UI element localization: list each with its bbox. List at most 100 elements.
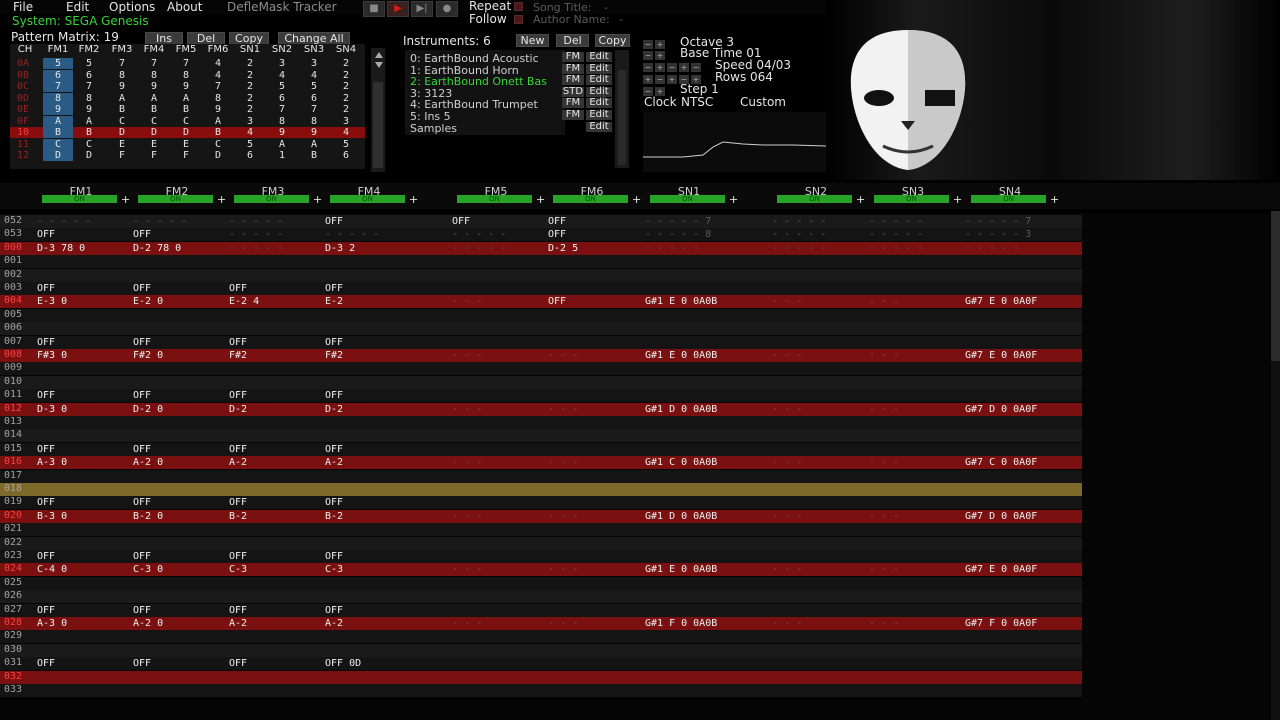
matrix-row[interactable]: 0C 7 7 9 9 9 7 2 5 5 2 xyxy=(10,81,365,92)
stop-button[interactable]: ■ xyxy=(363,1,385,17)
pattern-cell[interactable]: A-2 xyxy=(325,456,343,469)
pattern-matrix[interactable]: CH FM1 FM2 FM3 FM4 FM5 FM6 SN1 SN2 SN3 SN4 0A 5 5 7 7 7 4… xyxy=(10,44,365,169)
pattern-cell[interactable]: OFF xyxy=(229,443,247,456)
instrument-edit-button[interactable]: Edit xyxy=(586,121,612,132)
pattern-cell[interactable]: G#1 E 0 0A0B xyxy=(645,295,717,308)
pattern-cell[interactable]: OFF xyxy=(325,443,343,456)
pattern-cell[interactable]: A-2 0 xyxy=(133,456,163,469)
pattern-cell[interactable]: G#7 F 0 0A0F xyxy=(965,617,1037,630)
matrix-cell[interactable]: B xyxy=(74,127,104,138)
pattern-cell[interactable]: D-2 78 0 xyxy=(133,242,181,255)
pattern-row[interactable]: 008 F#3 0 F#2 0 F#2 F#2 - - - - - - G#1 E 0 0A0… xyxy=(0,349,1082,362)
matrix-cell[interactable]: F xyxy=(171,150,201,161)
instrument-type-button[interactable]: STD xyxy=(562,86,584,97)
pattern-scroll-thumb[interactable] xyxy=(1271,211,1280,361)
author-field[interactable]: - xyxy=(619,13,623,26)
pattern-cell[interactable]: - - - xyxy=(548,510,578,523)
pattern-row[interactable]: 052 - - - - - - - - - - - - - - - OFF OFF OFF -… xyxy=(0,215,1082,228)
pattern-row[interactable]: 001 xyxy=(0,255,1082,269)
pattern-cell[interactable]: G#7 E 0 0A0F xyxy=(965,295,1037,308)
pattern-cell[interactable]: OFF xyxy=(325,389,343,402)
repeat-checkbox[interactable] xyxy=(514,2,523,11)
pattern-cell[interactable]: - - - xyxy=(452,403,482,416)
instrument-type-button[interactable]: FM xyxy=(562,52,584,62)
pattern-cell[interactable]: A-2 xyxy=(325,617,343,630)
pattern-cell[interactable]: OFF xyxy=(133,604,151,617)
increment-icon[interactable]: + xyxy=(655,87,665,96)
pattern-row[interactable]: 019 OFF OFF OFF OFF xyxy=(0,496,1082,510)
plus-icon[interactable]: + xyxy=(953,193,962,206)
pattern-cell[interactable]: - - - xyxy=(772,349,802,362)
pattern-row[interactable]: 014 xyxy=(0,429,1082,443)
matrix-cell[interactable]: D xyxy=(139,127,169,138)
pattern-cell[interactable]: - - - - - 3 xyxy=(965,228,1031,241)
play-button[interactable]: ▶ xyxy=(387,1,409,17)
pattern-cell[interactable]: F#2 0 xyxy=(133,349,163,362)
pattern-cell[interactable]: OFF xyxy=(548,228,566,241)
pattern-cell[interactable]: C-4 0 xyxy=(37,563,67,576)
pattern-row[interactable]: 017 xyxy=(0,469,1082,483)
matrix-cell[interactable]: 3 xyxy=(267,58,297,69)
pattern-row[interactable]: 003 OFF OFF OFF OFF xyxy=(0,282,1082,295)
pattern-row[interactable]: 012 D-3 0 D-2 0 D-2 D-2 - - - - - - G#1 D 0 0A0… xyxy=(0,402,1082,416)
pattern-row[interactable]: 015 OFF OFF OFF OFF xyxy=(0,442,1082,456)
pattern-cell[interactable]: B-2 xyxy=(229,510,247,523)
matrix-cell[interactable]: 8 xyxy=(267,116,297,127)
pattern-cell[interactable]: E-2 0 xyxy=(133,295,163,308)
pattern-cell[interactable]: OFF xyxy=(37,657,55,670)
instrument-edit-button[interactable]: Edit xyxy=(586,98,612,109)
menu-options[interactable]: Options xyxy=(109,0,155,14)
pattern-row[interactable]: 007 OFF OFF OFF OFF xyxy=(0,335,1082,349)
matrix-cell[interactable]: E xyxy=(139,139,169,150)
pattern-cell[interactable]: OFF xyxy=(325,215,343,228)
pattern-cell[interactable]: OFF xyxy=(325,336,343,349)
matrix-cell[interactable]: B xyxy=(171,104,201,115)
instrument-type-button[interactable]: FM xyxy=(562,75,584,86)
matrix-cell[interactable]: 9 xyxy=(299,127,329,138)
matrix-cell[interactable]: 1 xyxy=(267,150,297,161)
matrix-cell[interactable]: D xyxy=(171,127,201,138)
matrix-cell[interactable]: F xyxy=(139,150,169,161)
matrix-cell[interactable]: 6 xyxy=(299,93,329,104)
matrix-cell[interactable]: 4 xyxy=(235,127,265,138)
instrument-copy-button[interactable]: Copy xyxy=(595,34,630,47)
pattern-cell[interactable]: OFF xyxy=(133,550,151,563)
pattern-cell[interactable]: OFF xyxy=(37,389,55,402)
pattern-cell[interactable]: OFF xyxy=(133,657,151,670)
pattern-cell[interactable]: OFF xyxy=(133,228,151,241)
matrix-cell[interactable]: 5 xyxy=(331,139,361,150)
pattern-cell[interactable]: G#7 E 0 0A0F xyxy=(965,349,1037,362)
pattern-cell[interactable]: - - - - - xyxy=(869,228,923,241)
matrix-cell[interactable]: A xyxy=(203,116,233,127)
matrix-row[interactable]: 0B 6 6 8 8 8 4 2 4 4 2 xyxy=(10,69,365,81)
matrix-row[interactable]: 0A 5 5 7 7 7 4 2 3 3 2 xyxy=(10,58,365,69)
matrix-cell[interactable]: A xyxy=(171,93,201,104)
pattern-row[interactable]: 020 B-3 0 B-2 0 B-2 B-2 - - - - - - G#1 D 0 0A0… xyxy=(0,509,1082,523)
increment-icon[interactable]: + xyxy=(679,63,689,72)
matrix-cell[interactable]: 2 xyxy=(331,58,361,69)
matrix-cell[interactable]: 8 xyxy=(299,116,329,127)
pattern-cell[interactable]: A-3 0 xyxy=(37,617,67,630)
plus-icon[interactable]: + xyxy=(1050,193,1059,206)
pattern-cell[interactable]: - - - - - 7 xyxy=(645,215,711,228)
instrument-type-button[interactable]: FM xyxy=(562,98,584,109)
pattern-cell[interactable]: - - - - - xyxy=(325,228,379,241)
pattern-cell[interactable]: B-2 xyxy=(325,510,343,523)
matrix-cell[interactable]: E xyxy=(171,139,201,150)
channel-toggle-fm4[interactable]: ON xyxy=(330,195,405,203)
matrix-cell[interactable]: A xyxy=(267,139,297,150)
matrix-cell[interactable]: 7 xyxy=(171,58,201,69)
pattern-cell[interactable]: D-2 xyxy=(229,403,247,416)
instrument-type-button[interactable]: FM xyxy=(562,63,584,74)
increment-icon[interactable]: + xyxy=(691,75,701,84)
matrix-cell[interactable]: A xyxy=(299,139,329,150)
matrix-cell[interactable]: E xyxy=(107,139,137,150)
pattern-cell[interactable]: OFF xyxy=(37,443,55,456)
matrix-cell[interactable]: 3 xyxy=(235,116,265,127)
menu-about[interactable]: About xyxy=(167,0,202,14)
pattern-cell[interactable]: C-3 0 xyxy=(133,563,163,576)
matrix-row[interactable]: 11 C C E E E C 5 A A 5 xyxy=(10,138,365,150)
matrix-cell[interactable]: 7 xyxy=(43,81,73,92)
pattern-cell[interactable]: OFF xyxy=(133,389,151,402)
pattern-row[interactable]: 053 OFF OFF - - - - - - - - - - - - - - - OFF -… xyxy=(0,228,1082,242)
